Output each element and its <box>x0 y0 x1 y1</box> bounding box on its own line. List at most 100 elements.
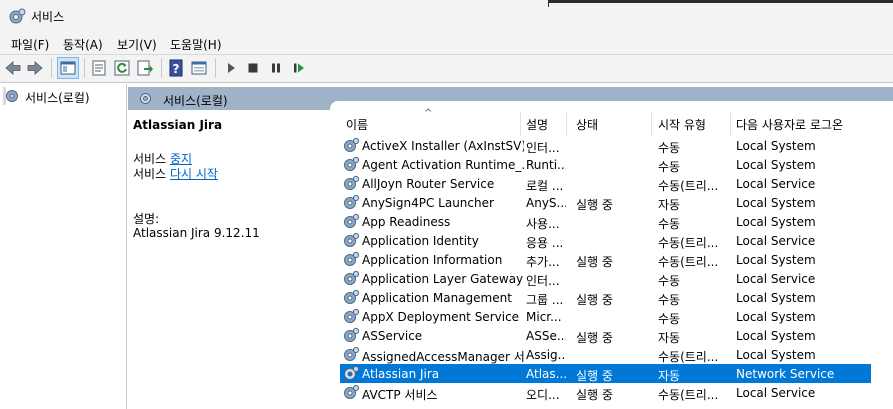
service-gear-icon <box>344 327 360 342</box>
service-row[interactable]: App Readiness 사용... 수동 Local System <box>340 212 871 231</box>
service-startup-type: 수동 <box>658 141 681 155</box>
service-description: 인터... <box>526 141 560 155</box>
service-description: Runti... <box>526 158 566 172</box>
service-status: 실행 중 <box>576 198 613 212</box>
service-name: AssignedAccessManager 서... <box>362 350 524 364</box>
service-gear-icon <box>344 270 360 285</box>
selected-service-name: Atlassian Jira <box>133 118 223 132</box>
back-arrow-icon[interactable] <box>4 59 22 77</box>
service-gear-icon <box>344 289 360 304</box>
resume-service-icon[interactable] <box>290 59 308 77</box>
pause-service-icon[interactable] <box>267 59 285 77</box>
service-startup-type: 수동(트리... <box>658 388 719 402</box>
service-startup-type: 수동(트리... <box>658 350 719 364</box>
properties-icon[interactable] <box>90 59 108 77</box>
service-row[interactable]: AVCTP 서비스 오디... 실행 중 수동(트리... Local Service <box>340 383 871 402</box>
service-gear-icon <box>344 213 360 228</box>
stop-service-icon[interactable] <box>244 59 262 77</box>
service-description: 그룹 ... <box>526 293 564 307</box>
service-name: AVCTP 서비스 <box>362 388 438 402</box>
service-status: 실행 중 <box>576 331 613 345</box>
pane-header-title: 서비스(로컬) <box>163 94 228 108</box>
service-logon-as: Local Service <box>736 272 816 286</box>
service-startup-type: 수동(트리... <box>658 255 719 269</box>
service-description: Atlas... <box>526 367 566 381</box>
column-header-status[interactable]: 상태 <box>576 116 598 133</box>
service-row[interactable]: AnySign4PC Launcher AnyS... 실행 중 자동 Local Sy… <box>340 193 871 212</box>
service-gear-icon <box>344 137 360 152</box>
service-startup-type: 수동 <box>658 160 681 174</box>
column-separator[interactable] <box>566 112 567 136</box>
service-row[interactable]: Application Information 추가... 실행 중 수동(트리...… <box>340 250 871 269</box>
tree-node-services-local[interactable]: 서비스(로컬) <box>3 87 90 105</box>
service-row[interactable]: Application Management 그룹 ... 실행 중 수동 Local … <box>340 288 871 307</box>
service-row[interactable]: Application Identity 응용 ... 수동(트리... Local … <box>340 231 871 250</box>
service-row[interactable]: ActiveX Installer (AxInstSV) 인터... 수동 Local… <box>340 136 871 155</box>
column-header-name[interactable]: 이름 <box>346 116 368 133</box>
column-header-logon-as[interactable]: 다음 사용자로 로그온 <box>736 116 843 133</box>
service-logon-as: Local System <box>736 215 816 229</box>
forward-arrow-icon[interactable] <box>26 59 44 77</box>
service-name: AppX Deployment Service ... <box>362 310 524 324</box>
service-name: Application Identity <box>362 234 479 248</box>
service-startup-type: 수동(트리... <box>658 236 719 250</box>
list-tab <box>330 101 893 111</box>
show-tree-icon[interactable] <box>59 59 77 77</box>
tree-pane <box>0 84 127 409</box>
service-label: 서비스 <box>133 152 170 166</box>
menu-help[interactable]: 도움말(H) <box>170 36 222 53</box>
service-name: Agent Activation Runtime_... <box>362 158 524 172</box>
service-description: 응용 ... <box>526 236 564 250</box>
service-status: 실행 중 <box>576 255 613 269</box>
service-startup-type: 수동 <box>658 312 681 326</box>
service-row[interactable]: AppX Deployment Service ... Micr... 수동 Loca… <box>340 307 871 326</box>
service-logon-as: Local System <box>736 139 816 153</box>
service-logon-as: Local System <box>736 329 816 343</box>
service-name: App Readiness <box>362 215 451 229</box>
service-row[interactable]: ASService ASSe... 실행 중 자동 Local System <box>340 326 871 345</box>
toolbar-separator <box>51 58 52 78</box>
column-separator[interactable] <box>730 112 731 136</box>
window-edge-corner <box>548 0 549 7</box>
service-gear-icon <box>344 156 360 171</box>
service-logon-as: Local System <box>736 196 816 210</box>
service-row[interactable]: AllJoyn Router Service 로컬 ... 수동(트리... Loca… <box>340 174 871 193</box>
service-row[interactable]: Agent Activation Runtime_... Runti... 수동 Lo… <box>340 155 871 174</box>
service-row[interactable]: Application Layer Gateway ... 인터... 수동 Loca… <box>340 269 871 288</box>
restart-service-line: 서비스 다시 시작 <box>133 165 218 182</box>
column-separator[interactable] <box>651 112 652 136</box>
title-bar <box>0 0 893 32</box>
start-service-icon[interactable] <box>222 59 240 77</box>
menu-action[interactable]: 동작(A) <box>63 36 103 53</box>
service-row[interactable]: AssignedAccessManager 서... Assig... 수동(트리.… <box>340 345 871 364</box>
service-gear-icon <box>344 232 360 247</box>
service-startup-type: 수동 <box>658 274 681 288</box>
service-description: ASSe... <box>526 329 566 343</box>
view-icon[interactable] <box>190 59 208 77</box>
stop-link[interactable]: 중지 <box>170 152 192 166</box>
service-name: AnySign4PC Launcher <box>362 196 494 210</box>
restart-link[interactable]: 다시 시작 <box>170 167 218 181</box>
service-row[interactable]: Atlassian Jira Atlas... 실행 중 자동 Network Serv… <box>340 364 871 383</box>
column-separator[interactable] <box>520 112 521 136</box>
service-gear-icon <box>344 251 360 266</box>
service-gear-icon <box>344 308 360 323</box>
column-header-startup-type[interactable]: 시작 유형 <box>658 116 706 133</box>
help-icon[interactable]: ? <box>167 59 185 77</box>
menu-view[interactable]: 보기(V) <box>117 36 157 53</box>
refresh-icon[interactable] <box>113 59 131 77</box>
service-logon-as: Local System <box>736 158 816 172</box>
tree-node-label: 서비스(로컬) <box>25 91 90 105</box>
service-description: 추가... <box>526 255 560 269</box>
export-icon[interactable] <box>136 59 154 77</box>
service-logon-as: Local Service <box>736 177 816 191</box>
toolbar-separator <box>161 58 162 78</box>
column-header-description[interactable]: 설명 <box>526 116 548 133</box>
service-description: 사용... <box>526 217 560 231</box>
service-gear-icon <box>344 194 360 209</box>
service-name: Application Information <box>362 253 503 267</box>
service-startup-type: 수동 <box>658 293 681 307</box>
services-gear-icon <box>9 8 26 24</box>
svg-text:?: ? <box>173 62 180 76</box>
menu-file[interactable]: 파일(F) <box>11 36 49 53</box>
